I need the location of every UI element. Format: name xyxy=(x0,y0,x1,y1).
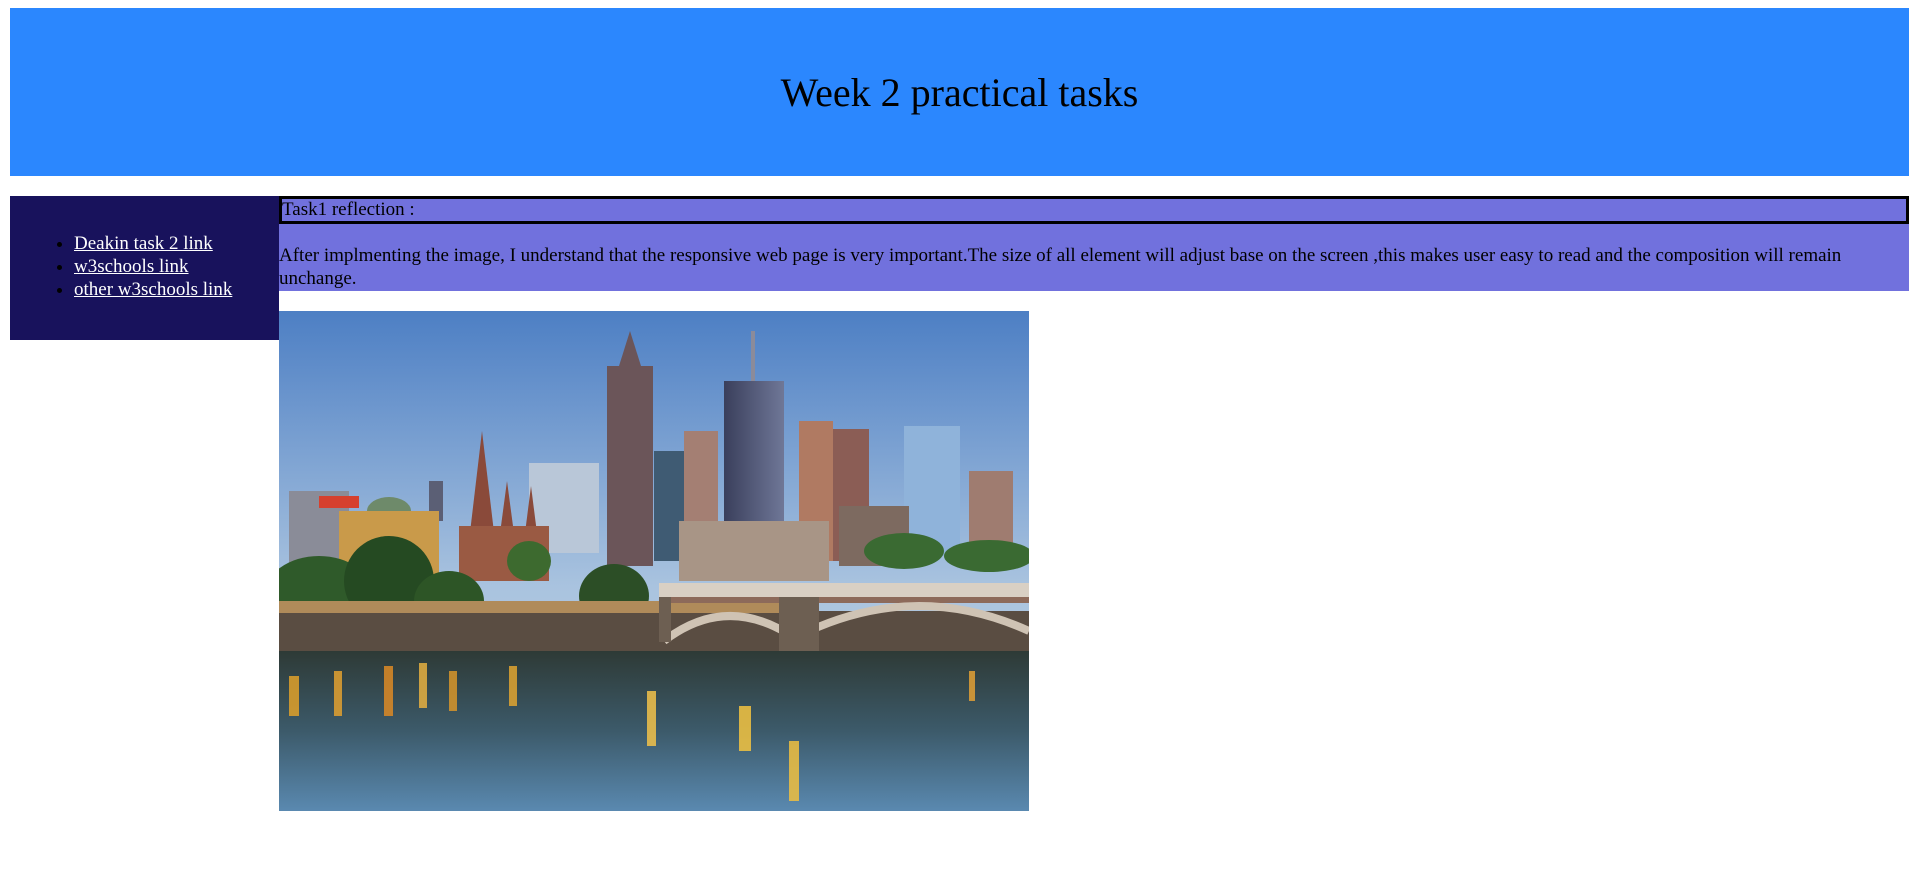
main-content: Task1 reflection : After implmenting the… xyxy=(279,196,1909,291)
deakin-task-link[interactable]: Deakin task 2 link xyxy=(74,233,213,254)
task-reflection-text: After implmenting the image, I understan… xyxy=(279,224,1909,291)
page-header: Week 2 practical tasks xyxy=(10,8,1909,176)
w3schools-link[interactable]: w3schools link xyxy=(74,256,189,277)
sidebar-nav: Deakin task 2 link w3schools link other … xyxy=(10,196,279,340)
task-title: Task1 reflection : xyxy=(279,196,1909,224)
nav-list-item: other w3schools link xyxy=(74,278,279,301)
page-title: Week 2 practical tasks xyxy=(780,69,1139,115)
nav-list-item: Deakin task 2 link xyxy=(74,232,279,255)
city-skyline-image xyxy=(279,311,1029,811)
other-w3schools-link[interactable]: other w3schools link xyxy=(74,279,232,300)
nav-link-list: Deakin task 2 link w3schools link other … xyxy=(10,232,279,301)
nav-list-item: w3schools link xyxy=(74,255,279,278)
